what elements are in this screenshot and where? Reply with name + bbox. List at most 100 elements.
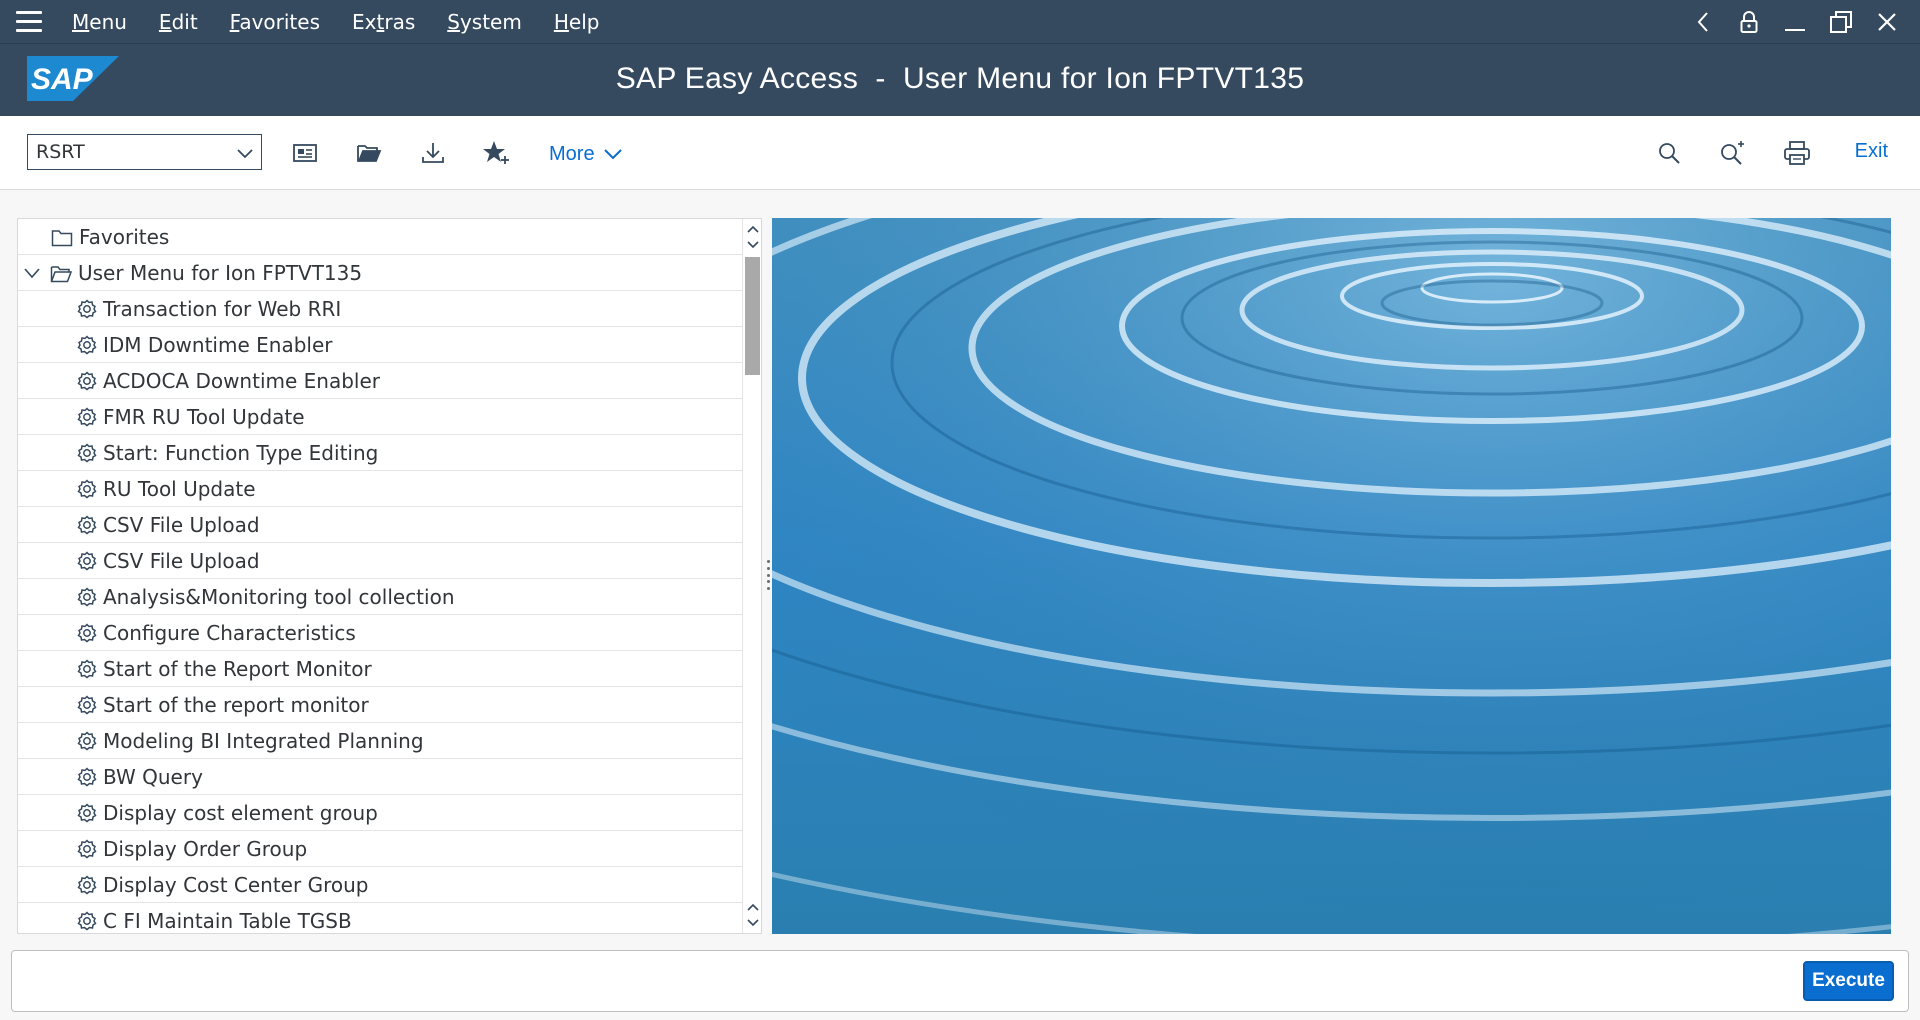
printer-icon — [1784, 141, 1810, 165]
scroll-up-icon[interactable] — [745, 899, 760, 915]
tree-item-transaction[interactable]: Transaction for Web RRI — [18, 291, 744, 327]
execute-button[interactable]: Execute — [1803, 961, 1894, 1001]
menu-system[interactable]: System — [447, 10, 522, 34]
tree-folder-favorites[interactable]: Favorites — [18, 219, 744, 255]
minimize-icon[interactable] — [1772, 0, 1818, 44]
menu-edit[interactable]: Edit — [159, 10, 198, 34]
back-chevron-icon[interactable] — [1680, 0, 1726, 44]
scroll-down-icon[interactable] — [745, 915, 760, 931]
tree-item-transaction[interactable]: Display cost element group — [18, 795, 744, 831]
tree-item-label: Start of the Report Monitor — [103, 656, 372, 681]
window-controls — [1680, 0, 1920, 44]
tree-item-label: ACDOCA Downtime Enabler — [103, 368, 381, 393]
menu-items: Menu Edit Favorites Extras System Help — [72, 10, 631, 34]
transaction-gear-icon — [77, 514, 97, 535]
tree-item-label: Start of the report monitor — [103, 692, 369, 717]
tree-item-label: Analysis&Monitoring tool collection — [103, 584, 455, 609]
sap-menu-button[interactable] — [288, 136, 322, 170]
tree-item-label: Modeling BI Integrated Planning — [103, 728, 424, 753]
tree-item-label: IDM Downtime Enabler — [103, 332, 333, 357]
tree-item-transaction[interactable]: Modeling BI Integrated Planning — [18, 723, 744, 759]
transaction-gear-icon — [77, 802, 97, 823]
transaction-gear-icon — [77, 478, 97, 499]
tree-item-transaction[interactable]: CSV File Upload — [18, 543, 744, 579]
transaction-gear-icon — [77, 910, 97, 931]
find-button[interactable] — [1652, 136, 1686, 170]
exit-button[interactable]: Exit — [1855, 140, 1888, 163]
tree-item-transaction[interactable]: Configure Characteristics — [18, 615, 744, 651]
transaction-gear-icon — [77, 622, 97, 643]
transaction-gear-icon — [77, 766, 97, 787]
tree-item-label: Display Cost Center Group — [103, 872, 369, 897]
tree-item-label: Configure Characteristics — [103, 620, 356, 645]
transaction-gear-icon — [77, 370, 97, 391]
tree-item-transaction[interactable]: ACDOCA Downtime Enabler — [18, 363, 744, 399]
command-bar: Execute — [11, 950, 1909, 1012]
transaction-gear-icon — [77, 838, 97, 859]
scroll-down-icon[interactable] — [745, 237, 760, 253]
open-folder-button[interactable] — [352, 136, 386, 170]
menu-bar: Menu Edit Favorites Extras System Help — [0, 0, 1920, 44]
folder-open-icon — [50, 263, 72, 283]
tree-item-label: Display cost element group — [103, 800, 378, 825]
more-label: More — [549, 142, 595, 165]
tree-item-label: Favorites — [79, 224, 170, 249]
folder-open-icon — [357, 145, 382, 162]
close-icon[interactable] — [1864, 0, 1910, 44]
tree-item-transaction[interactable]: Analysis&Monitoring tool collection — [18, 579, 744, 615]
tree-item-label: Display Order Group — [103, 836, 308, 861]
tree-item-transaction[interactable]: Start of the Report Monitor — [18, 651, 744, 687]
tree-item-transaction[interactable]: FMR RU Tool Update — [18, 399, 744, 435]
print-button[interactable] — [1780, 136, 1814, 170]
transaction-gear-icon — [77, 730, 97, 751]
scroll-up-icon[interactable] — [745, 221, 760, 237]
tree-item-label: BW Query — [103, 764, 203, 789]
download-icon — [422, 143, 444, 163]
hamburger-menu-icon[interactable] — [16, 0, 52, 44]
user-menu-tree: Favorites User Menu for Ion FPTVT135 Trans… — [17, 218, 762, 934]
scroll-thumb[interactable] — [745, 257, 760, 375]
command-input[interactable] — [28, 141, 218, 163]
chevron-down-icon — [603, 149, 622, 160]
download-button[interactable] — [416, 136, 450, 170]
menu-menu[interactable]: Menu — [72, 10, 127, 34]
tree-item-transaction[interactable]: Start: Function Type Editing — [18, 435, 744, 471]
transaction-gear-icon — [77, 550, 97, 571]
tree-item-transaction[interactable]: Display Order Group — [18, 831, 744, 867]
chevron-down-icon — [24, 267, 40, 279]
tree-folder-user-menu[interactable]: User Menu for Ion FPTVT135 — [18, 255, 744, 291]
lock-icon[interactable] — [1726, 0, 1772, 44]
tree-item-label: CSV File Upload — [103, 512, 260, 537]
command-field[interactable] — [27, 134, 262, 170]
chevron-down-icon[interactable] — [235, 143, 255, 163]
tree-item-transaction[interactable]: RU Tool Update — [18, 471, 744, 507]
transaction-gear-icon — [77, 658, 97, 679]
restore-icon[interactable] — [1818, 0, 1864, 44]
tree-item-transaction[interactable]: BW Query — [18, 759, 744, 795]
tree-item-transaction[interactable]: Start of the report monitor — [18, 687, 744, 723]
page-title: SAP Easy Access - User Menu for Ion FPTV… — [615, 62, 1305, 95]
menu-help[interactable]: Help — [554, 10, 600, 34]
transaction-gear-icon — [77, 694, 97, 715]
transaction-gear-icon — [77, 874, 97, 895]
search-icon — [1659, 143, 1680, 164]
tree-item-label: C FI Maintain Table TGSB — [103, 908, 352, 933]
splash-image — [772, 218, 1891, 934]
tree-item-transaction[interactable]: C FI Maintain Table TGSB — [18, 903, 744, 933]
sap-menu-icon — [293, 144, 317, 162]
transaction-gear-icon — [77, 406, 97, 427]
transaction-gear-icon — [77, 298, 97, 319]
toolbar: More Exit — [0, 116, 1920, 190]
add-favorite-button[interactable] — [480, 136, 514, 170]
tree-item-label: User Menu for Ion FPTVT135 — [78, 260, 363, 285]
menu-favorites[interactable]: Favorites — [230, 10, 320, 34]
tree-item-transaction[interactable]: CSV File Upload — [18, 507, 744, 543]
tree-item-transaction[interactable]: IDM Downtime Enabler — [18, 327, 744, 363]
find-next-button[interactable] — [1715, 136, 1749, 170]
menu-extras[interactable]: Extras — [352, 10, 415, 34]
tree-scrollbar[interactable] — [742, 219, 761, 933]
tree-item-transaction[interactable]: Display Cost Center Group — [18, 867, 744, 903]
transaction-gear-icon — [77, 586, 97, 607]
more-button[interactable]: More — [549, 138, 623, 170]
tree-item-label: Start: Function Type Editing — [103, 440, 379, 465]
